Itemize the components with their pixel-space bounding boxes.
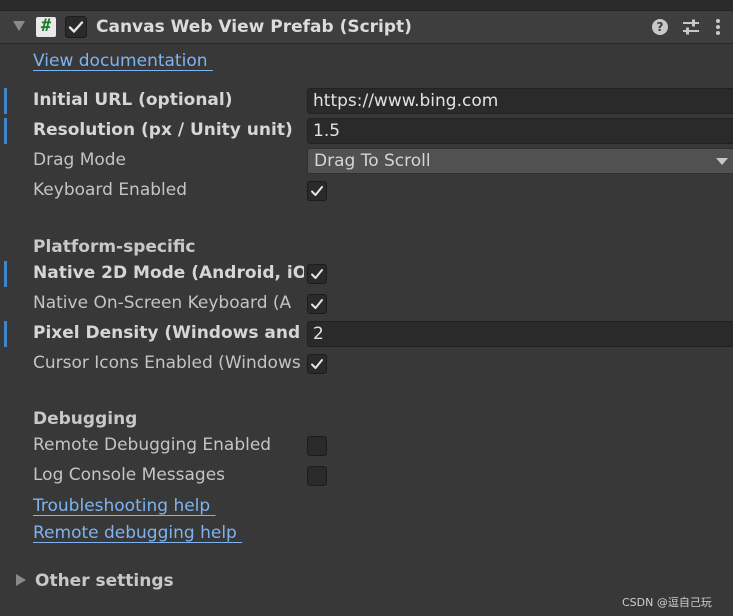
cursor-icons-row: Cursor Icons Enabled (Windows	[0, 349, 733, 379]
override-indicator	[4, 261, 7, 287]
pixel-density-label: Pixel Density (Windows and m	[33, 323, 304, 343]
override-indicator	[4, 321, 7, 347]
inspector-top-border	[0, 0, 733, 11]
keyboard-enabled-checkbox[interactable]	[307, 181, 327, 201]
cursor-icons-checkbox[interactable]	[307, 354, 327, 374]
pixel-density-row: Pixel Density (Windows and m 2	[0, 319, 733, 349]
native-keyboard-checkbox[interactable]	[307, 294, 327, 314]
initial-url-input[interactable]: https://www.bing.com	[307, 88, 733, 114]
platform-specific-title: Platform-specific	[33, 237, 196, 257]
chevron-down-icon	[716, 158, 728, 165]
drag-mode-label: Drag Mode	[33, 150, 127, 170]
help-icon[interactable]: ?	[650, 17, 670, 37]
debugging-title: Debugging	[33, 409, 138, 429]
native-keyboard-label: Native On-Screen Keyboard (A	[33, 293, 292, 313]
resolution-label: Resolution (px / Unity unit)	[33, 120, 293, 140]
watermark: CSDN @逗自己玩	[622, 596, 712, 609]
drag-mode-value: Drag To Scroll	[314, 151, 431, 171]
remote-debugging-help-link[interactable]: Remote debugging help	[33, 523, 242, 543]
override-indicator	[4, 88, 7, 114]
more-options-icon[interactable]	[713, 17, 733, 37]
resolution-row: Resolution (px / Unity unit) 1.5	[0, 116, 733, 146]
drag-mode-row: Drag Mode Drag To Scroll	[0, 146, 733, 176]
log-console-label: Log Console Messages	[33, 465, 226, 485]
script-icon: #	[36, 16, 56, 37]
initial-url-row: Initial URL (optional) https://www.bing.…	[0, 86, 733, 116]
foldout-collapsed-icon[interactable]	[16, 574, 26, 586]
component-title: Canvas Web View Prefab (Script)	[96, 17, 412, 37]
troubleshooting-help-link[interactable]: Troubleshooting help	[33, 496, 216, 516]
component-header[interactable]: # Canvas Web View Prefab (Script) ?	[0, 11, 733, 44]
native-2d-mode-checkbox[interactable]	[307, 264, 327, 284]
pixel-density-input[interactable]: 2	[307, 321, 733, 347]
keyboard-enabled-label: Keyboard Enabled	[33, 180, 188, 200]
keyboard-enabled-row: Keyboard Enabled	[0, 176, 733, 206]
other-settings-label: Other settings	[35, 571, 174, 591]
resolution-input[interactable]: 1.5	[307, 118, 733, 144]
view-documentation-link[interactable]: View documentation	[33, 51, 213, 71]
remote-debugging-row: Remote Debugging Enabled	[0, 431, 733, 461]
native-keyboard-row: Native On-Screen Keyboard (A	[0, 289, 733, 319]
override-indicator	[4, 118, 7, 144]
initial-url-label: Initial URL (optional)	[33, 90, 233, 110]
cursor-icons-label: Cursor Icons Enabled (Windows	[33, 353, 301, 373]
other-settings-foldout[interactable]: Other settings	[0, 566, 733, 596]
native-2d-mode-row: Native 2D Mode (Android, iOS	[0, 259, 733, 289]
remote-debugging-checkbox[interactable]	[307, 436, 327, 456]
presets-icon[interactable]	[681, 17, 701, 37]
component-enabled-checkbox[interactable]	[65, 16, 87, 38]
foldout-expanded-icon[interactable]	[13, 21, 25, 31]
remote-debugging-label: Remote Debugging Enabled	[33, 435, 272, 455]
log-console-row: Log Console Messages	[0, 461, 733, 491]
drag-mode-dropdown[interactable]: Drag To Scroll	[307, 148, 733, 174]
log-console-checkbox[interactable]	[307, 466, 327, 486]
native-2d-mode-label: Native 2D Mode (Android, iOS	[33, 263, 304, 283]
